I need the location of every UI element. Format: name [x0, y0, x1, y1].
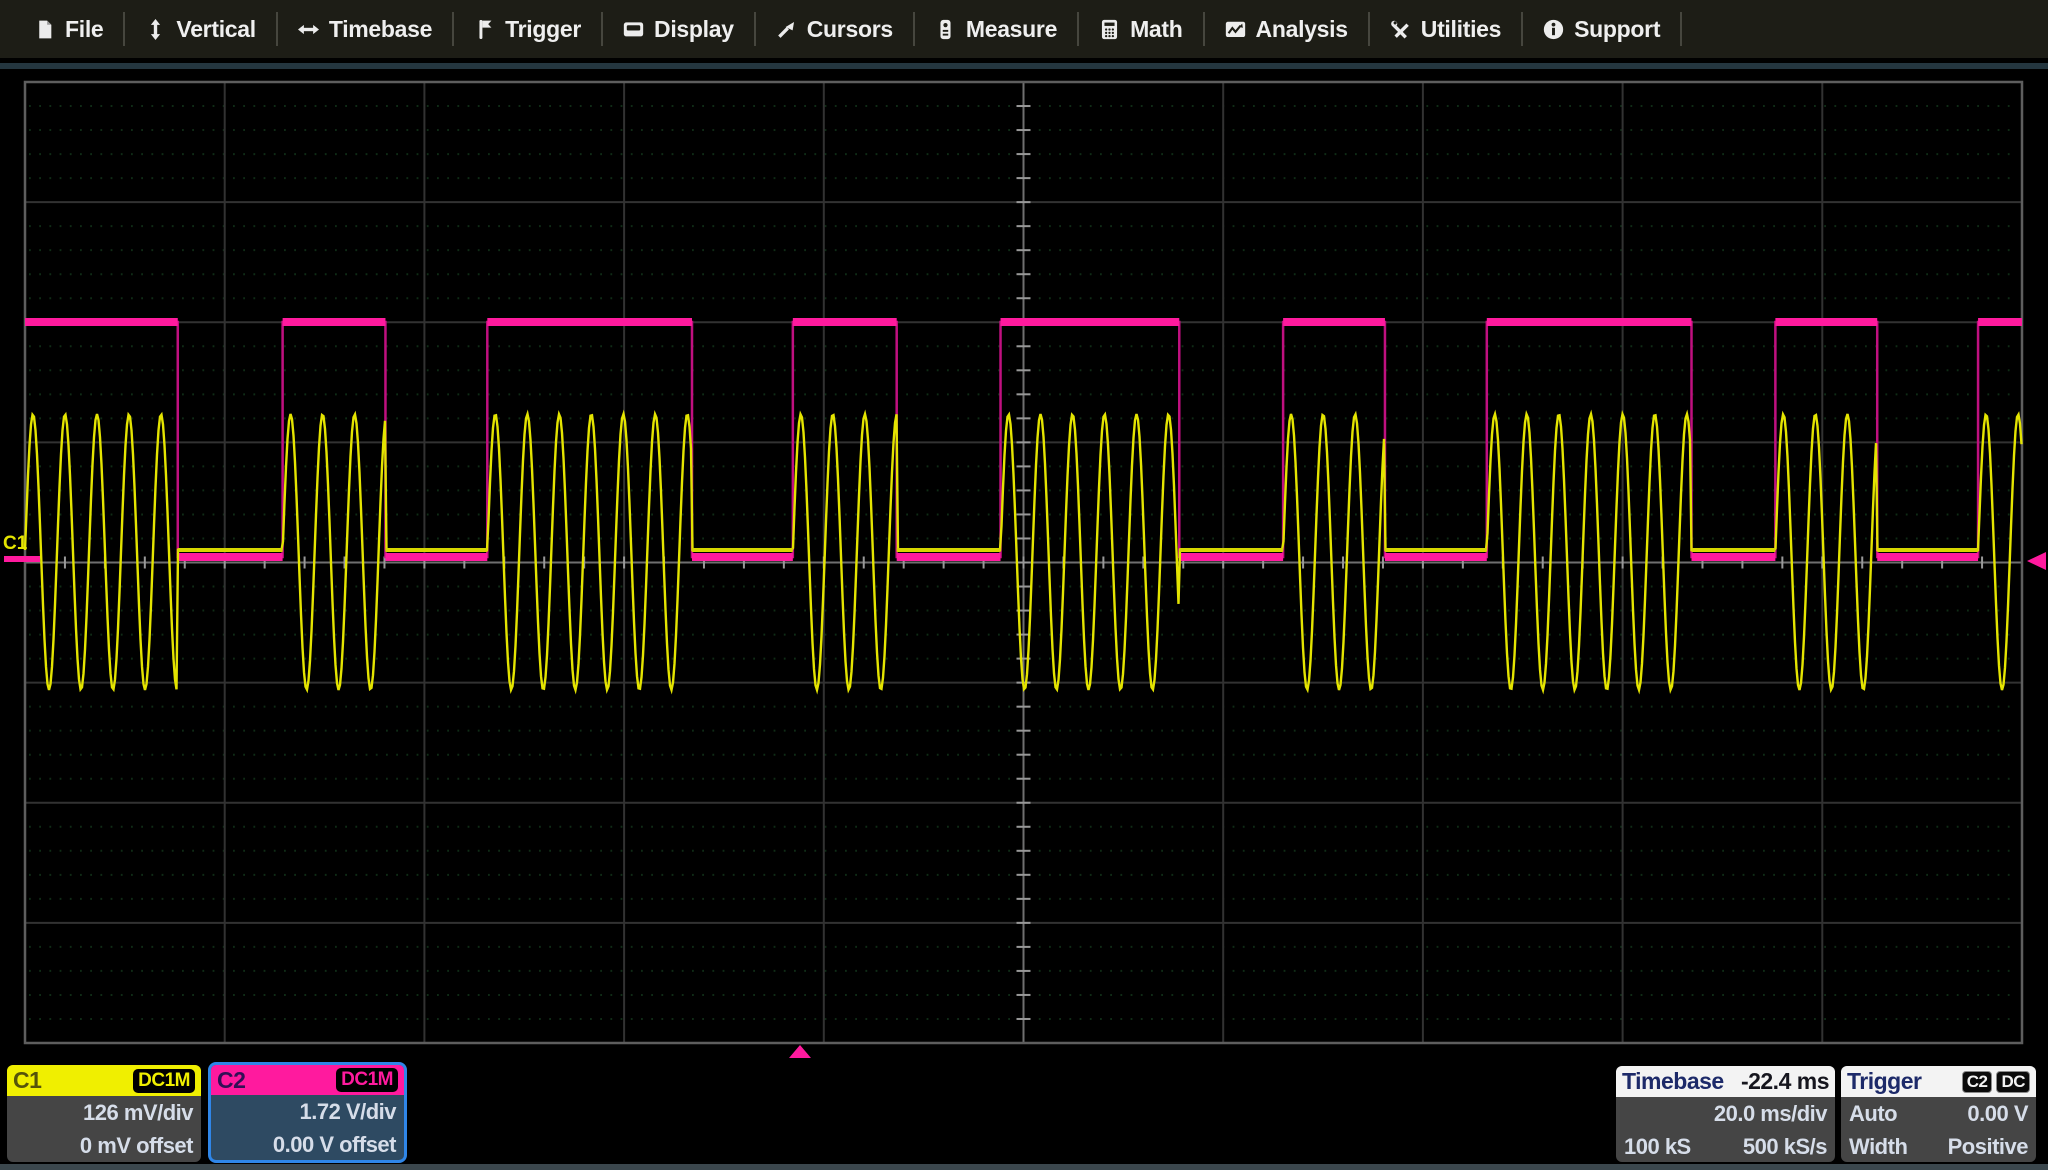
file-icon: [34, 19, 55, 40]
menu-item-label: Measure: [966, 16, 1057, 43]
trigger-level: 0.00 V: [1967, 1101, 2028, 1127]
trigger-coupling-badge: DC: [1996, 1071, 2030, 1093]
calculator-icon: [1099, 19, 1120, 40]
timebase-sample-rate: 500 kS/s: [1743, 1134, 1827, 1160]
menu-item-label: Vertical: [176, 16, 255, 43]
menu-item-label: Trigger: [505, 16, 581, 43]
trigger-source-badge: C2: [1962, 1071, 1993, 1093]
timebase-descriptor[interactable]: Timebase -22.4 ms 20.0 ms/div 100 kS 500…: [1616, 1066, 1835, 1162]
menu-separator: [1680, 12, 1682, 46]
menu-item-label: Cursors: [807, 16, 893, 43]
svg-text:C1: C1: [3, 533, 28, 554]
channel-descriptor-c1[interactable]: C1 DC1M 126 mV/div 0 mV offset: [7, 1065, 201, 1162]
menu-item-label: Support: [1574, 16, 1660, 43]
waveform-display[interactable]: C1: [0, 0, 2048, 1170]
c2-offset: 0.00 V offset: [211, 1128, 404, 1161]
menu-item-vertical[interactable]: Vertical: [125, 0, 275, 58]
menu-item-label: Timebase: [329, 16, 432, 43]
menu-item-utilities[interactable]: Utilities: [1370, 0, 1521, 58]
c1-offset-marker[interactable]: C1: [3, 533, 28, 554]
trigger-flag-icon: [474, 19, 495, 40]
c1-scale: 126 mV/div: [7, 1096, 201, 1129]
measure-icon: [935, 19, 956, 40]
info-icon: [1543, 19, 1564, 40]
c1-coupling-badge: DC1M: [133, 1069, 195, 1093]
trigger-descriptor[interactable]: Trigger C2 DC Auto 0.00 V Width Positive: [1841, 1066, 2036, 1162]
c2-offset-marker[interactable]: [4, 556, 40, 562]
menu-item-label: Analysis: [1256, 16, 1348, 43]
channel-descriptor-c2[interactable]: C2 DC1M 1.72 V/div 0.00 V offset: [208, 1062, 407, 1163]
menu-item-timebase[interactable]: Timebase: [278, 0, 452, 58]
trigger-slope: Positive: [1948, 1134, 2028, 1160]
analysis-chart-icon: [1225, 19, 1246, 40]
timebase-header: Timebase -22.4 ms: [1616, 1066, 1835, 1097]
menu-item-label: Math: [1130, 16, 1182, 43]
menu-item-display[interactable]: Display: [603, 0, 754, 58]
oscilloscope-screen: File Vertical Timebase Trigger Display Cursor…: [0, 0, 2048, 1170]
trigger-mode: Auto: [1849, 1101, 1897, 1127]
menu-bar: File Vertical Timebase Trigger Display Cursor…: [0, 0, 2048, 58]
c2-label: C2: [217, 1067, 245, 1094]
vertical-arrows-icon: [145, 19, 166, 40]
timebase-record-length: 100 kS: [1624, 1134, 1691, 1160]
timebase-title: Timebase: [1622, 1068, 1724, 1095]
trigger-title: Trigger: [1847, 1068, 1921, 1095]
menu-item-label: Utilities: [1421, 16, 1501, 43]
menu-item-label: Display: [654, 16, 734, 43]
display-top-edge: [0, 63, 2048, 69]
menu-item-analysis[interactable]: Analysis: [1205, 0, 1368, 58]
menu-item-support[interactable]: Support: [1523, 0, 1680, 58]
c2-coupling-badge: DC1M: [336, 1068, 398, 1092]
trigger-type: Width: [1849, 1134, 1907, 1160]
horizontal-arrows-icon: [298, 19, 319, 40]
timebase-scale: 20.0 ms/div: [1616, 1097, 1835, 1130]
c1-label: C1: [13, 1067, 41, 1094]
timebase-delay: -22.4 ms: [1741, 1068, 1829, 1095]
c2-header: C2 DC1M: [211, 1065, 404, 1095]
trigger-position-marker[interactable]: [789, 1045, 811, 1058]
utilities-tools-icon: [1390, 19, 1411, 40]
menu-item-trigger[interactable]: Trigger: [454, 0, 601, 58]
menu-item-math[interactable]: Math: [1079, 0, 1202, 58]
menu-item-label: File: [65, 16, 103, 43]
display-icon: [623, 19, 644, 40]
c1-offset: 0 mV offset: [7, 1129, 201, 1162]
menu-item-measure[interactable]: Measure: [915, 0, 1077, 58]
c1-header: C1 DC1M: [7, 1065, 201, 1096]
display-bottom-edge: [0, 1164, 2048, 1170]
c2-scale: 1.72 V/div: [211, 1095, 404, 1128]
menu-item-file[interactable]: File: [14, 0, 123, 58]
menu-item-cursors[interactable]: Cursors: [756, 0, 913, 58]
trigger-level-marker[interactable]: [2027, 552, 2046, 570]
cursor-arrow-icon: [776, 19, 797, 40]
trigger-header: Trigger C2 DC: [1841, 1066, 2036, 1097]
